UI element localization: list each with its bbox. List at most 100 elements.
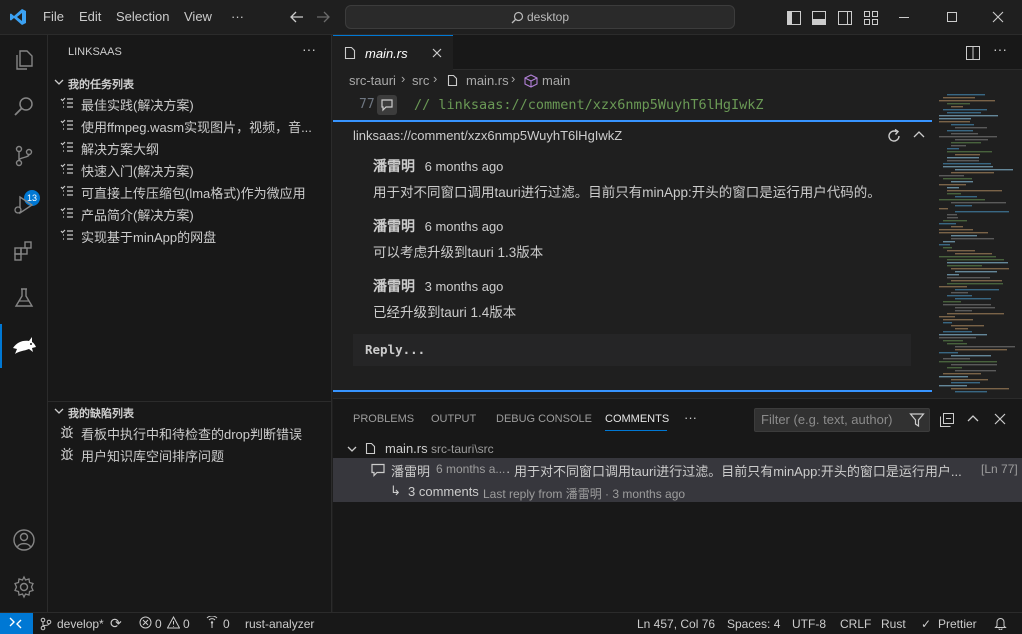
task-label: 解决方案大纲: [81, 142, 160, 157]
comment-entry[interactable]: 潘雷明 6 months a... · 用于对不同窗口调用tauri进行过滤。目…: [333, 458, 1022, 502]
extensions-icon[interactable]: [0, 229, 48, 273]
sync-icon[interactable]: ⟳: [110, 615, 122, 632]
ports-count[interactable]: 0: [223, 617, 230, 631]
menu-file[interactable]: File: [43, 9, 64, 24]
bug-list-item[interactable]: 用户知识库空间排序问题: [48, 443, 332, 465]
section-bugs-title: 我的缺陷列表: [68, 408, 134, 420]
menu-view[interactable]: View: [184, 9, 212, 24]
refresh-icon[interactable]: [886, 128, 902, 144]
minimize-icon[interactable]: [897, 10, 911, 24]
minimap-line: [955, 211, 1009, 213]
comments-file-row[interactable]: main.rs src-tauri\src: [333, 438, 1022, 460]
reply-input[interactable]: Reply...: [353, 334, 911, 366]
menu-selection[interactable]: Selection: [116, 9, 169, 24]
collapse-thread-icon[interactable]: [912, 128, 926, 142]
search-view-icon[interactable]: [0, 84, 48, 128]
minimap-line: [947, 103, 970, 105]
minimap-line: [955, 139, 988, 141]
section-bugs-header[interactable]: 我的缺陷列表: [48, 402, 332, 422]
warning-count[interactable]: 0: [183, 617, 190, 631]
panel-more-icon[interactable]: ···: [684, 410, 697, 425]
line-ending[interactable]: CRLF: [840, 617, 871, 631]
collapse-all-icon[interactable]: [939, 412, 955, 428]
minimap-line: [947, 157, 979, 159]
task-list-item[interactable]: 快速入门(解决方案): [48, 158, 332, 180]
run-debug-icon[interactable]: [0, 183, 48, 227]
split-editor-icon[interactable]: [965, 45, 981, 61]
bug-list-item[interactable]: 看板中执行中和待检查的drop判断错误: [48, 421, 332, 443]
bug-label: 用户知识库空间排序问题: [81, 449, 225, 464]
settings-gear-icon[interactable]: [0, 565, 48, 609]
task-list-item[interactable]: 产品简介(解决方案): [48, 202, 332, 224]
close-window-icon[interactable]: [991, 10, 1005, 24]
breadcrumb-file[interactable]: main.rs: [466, 73, 509, 88]
task-list-item[interactable]: 可直接上传压缩包(lma格式)作为微应用: [48, 180, 332, 202]
section-tasks-header[interactable]: 我的任务列表: [48, 73, 332, 93]
maximize-panel-icon[interactable]: [966, 412, 980, 426]
filter-icon[interactable]: [909, 412, 925, 428]
minimap[interactable]: [933, 92, 1022, 398]
command-center-search[interactable]: desktop: [345, 5, 735, 29]
breadcrumb-symbol[interactable]: main: [542, 73, 570, 88]
sidebar-more-icon[interactable]: ···: [302, 41, 316, 57]
task-list-item[interactable]: 解决方案大纲: [48, 136, 332, 158]
git-branch[interactable]: develop*: [57, 617, 104, 631]
title-bar: File Edit Selection View ··· desktop: [0, 0, 1022, 35]
toggle-primary-sidebar-icon[interactable]: [786, 10, 802, 26]
menu-edit[interactable]: Edit: [79, 9, 101, 24]
menu-more[interactable]: ···: [231, 9, 244, 24]
task-list-item[interactable]: 使用ffmpeg.wasm实现图片，视频，音...: [48, 114, 332, 136]
minimap-line: [951, 268, 1009, 270]
maximize-icon[interactable]: [945, 10, 959, 24]
task-list-item[interactable]: 实现基于minApp的网盘: [48, 224, 332, 246]
linksaas-shark-icon[interactable]: [0, 324, 48, 368]
testing-flask-icon[interactable]: [0, 276, 48, 320]
close-tab-icon[interactable]: [431, 47, 443, 59]
activity-bar: 13: [0, 35, 48, 612]
tab-debug-console[interactable]: DEBUG CONSOLE: [496, 413, 592, 425]
back-arrow-icon[interactable]: [289, 10, 305, 24]
editor-more-icon[interactable]: ···: [993, 41, 1007, 57]
file-icon: [344, 46, 356, 60]
minimap-line: [947, 265, 982, 267]
notifications-bell-icon[interactable]: [994, 616, 1007, 630]
task-list-icon: [60, 118, 74, 132]
minimap-line: [951, 388, 1009, 390]
close-panel-icon[interactable]: [993, 412, 1007, 426]
error-count[interactable]: 0: [155, 617, 162, 631]
minimap-line: [955, 349, 1007, 351]
breadcrumb-src-tauri[interactable]: src-tauri: [349, 73, 396, 88]
minimap-line: [943, 340, 963, 342]
task-list-item[interactable]: 最佳实践(解决方案): [48, 92, 332, 114]
line-number: 77: [359, 97, 375, 112]
tab-main-rs[interactable]: main.rs: [333, 35, 453, 70]
cursor-position[interactable]: Ln 457, Col 76: [637, 617, 715, 631]
minimap-line: [939, 184, 966, 186]
minimap-line: [951, 238, 994, 240]
ports-icon: [205, 616, 219, 629]
source-control-icon[interactable]: [0, 134, 48, 178]
minimap-line: [947, 148, 959, 150]
sidebar: LINKSAAS ··· 我的任务列表 最佳实践(解决方案) 使用ffmpeg.w…: [48, 35, 332, 612]
account-icon[interactable]: [0, 518, 48, 562]
tab-comments[interactable]: COMMENTS: [605, 413, 669, 425]
comments-filter-input[interactable]: Filter (e.g. text, author): [754, 408, 930, 432]
language-mode[interactable]: Rust: [881, 617, 906, 631]
prettier-status[interactable]: Prettier: [938, 617, 977, 631]
comment-glyph-icon[interactable]: [377, 95, 397, 115]
indentation[interactable]: Spaces: 4: [727, 617, 780, 631]
remote-indicator[interactable]: [0, 613, 33, 634]
toggle-secondary-sidebar-icon[interactable]: [837, 10, 853, 26]
encoding[interactable]: UTF-8: [792, 617, 826, 631]
toggle-panel-icon[interactable]: [811, 10, 827, 26]
forward-arrow-icon[interactable]: [315, 10, 331, 24]
breadcrumb-src[interactable]: src: [412, 73, 429, 88]
explorer-icon[interactable]: [0, 38, 48, 82]
customize-layout-icon[interactable]: [863, 10, 879, 26]
error-icon: [139, 616, 152, 629]
minimap-line: [939, 286, 967, 288]
tab-output[interactable]: OUTPUT: [431, 413, 476, 425]
tab-problems[interactable]: PROBLEMS: [353, 413, 414, 425]
minimap-line: [939, 121, 970, 123]
rust-analyzer-status[interactable]: rust-analyzer: [245, 617, 314, 631]
